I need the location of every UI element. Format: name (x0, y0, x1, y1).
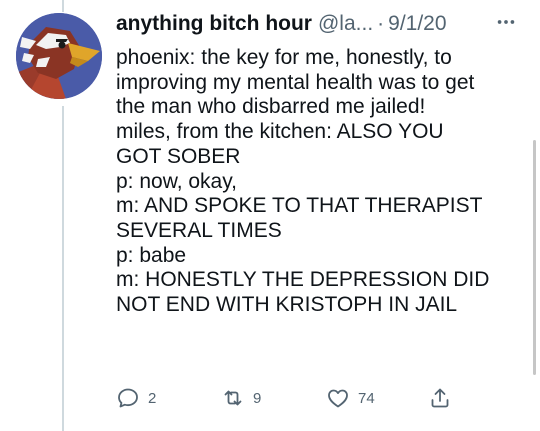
tweet[interactable]: anything bitch hour @la... · 9/1/20 phoe… (116, 10, 516, 318)
tweet-date[interactable]: 9/1/20 (388, 10, 446, 38)
tweet-text-line: p: now, okay, (116, 169, 238, 193)
tweet-text-line: GOT SOBER (116, 144, 241, 168)
more-horizontal-icon (497, 20, 515, 24)
reply-count: 2 (148, 389, 157, 407)
tweet-header: anything bitch hour @la... · 9/1/20 (116, 10, 516, 38)
tweet-text-line: phoenix: the key for me, honestly, to (116, 46, 452, 69)
heart-icon (328, 389, 348, 408)
bird-character-avatar-icon (16, 13, 102, 99)
share-icon (431, 388, 449, 408)
tweet-text-line: the man who disbarred me jailed! (116, 95, 426, 119)
separator-dot: · (377, 12, 385, 35)
retweet-icon (224, 390, 242, 406)
tweet-actions: 2 9 74 (116, 384, 456, 412)
display-name[interactable]: anything bitch hour (116, 10, 312, 38)
avatar[interactable] (16, 13, 102, 99)
thread-line-bottom (62, 106, 64, 431)
more-button[interactable] (492, 8, 520, 36)
thread-line-top (62, 0, 64, 12)
tweet-text-line: improving my mental health was to get (116, 70, 475, 94)
like-count: 74 (358, 389, 375, 407)
tweet-text: phoenix: the key for me, honestly, to im… (116, 46, 516, 318)
tweet-text-line: m: AND SPOKE TO THAT THERAPIST (116, 194, 483, 218)
tweet-text-line: p: babe (116, 243, 187, 267)
scrollbar[interactable] (533, 140, 536, 375)
retweet-count: 9 (253, 389, 262, 407)
tweet-text-line: NOT END WITH KRISTOPH IN JAIL (116, 293, 458, 317)
reply-button[interactable]: 2 (116, 384, 156, 412)
tweet-text-line: m: HONESTLY THE DEPRESSION DID (116, 268, 490, 292)
retweet-button[interactable]: 9 (221, 384, 261, 412)
tweet-text-line: miles, from the kitchen: ALSO YOU (116, 120, 444, 144)
reply-icon (118, 388, 138, 408)
tweet-text-line: SEVERAL TIMES (116, 218, 282, 242)
like-button[interactable]: 74 (326, 384, 375, 412)
handle[interactable]: @la... (318, 10, 373, 38)
share-button[interactable] (428, 384, 452, 412)
